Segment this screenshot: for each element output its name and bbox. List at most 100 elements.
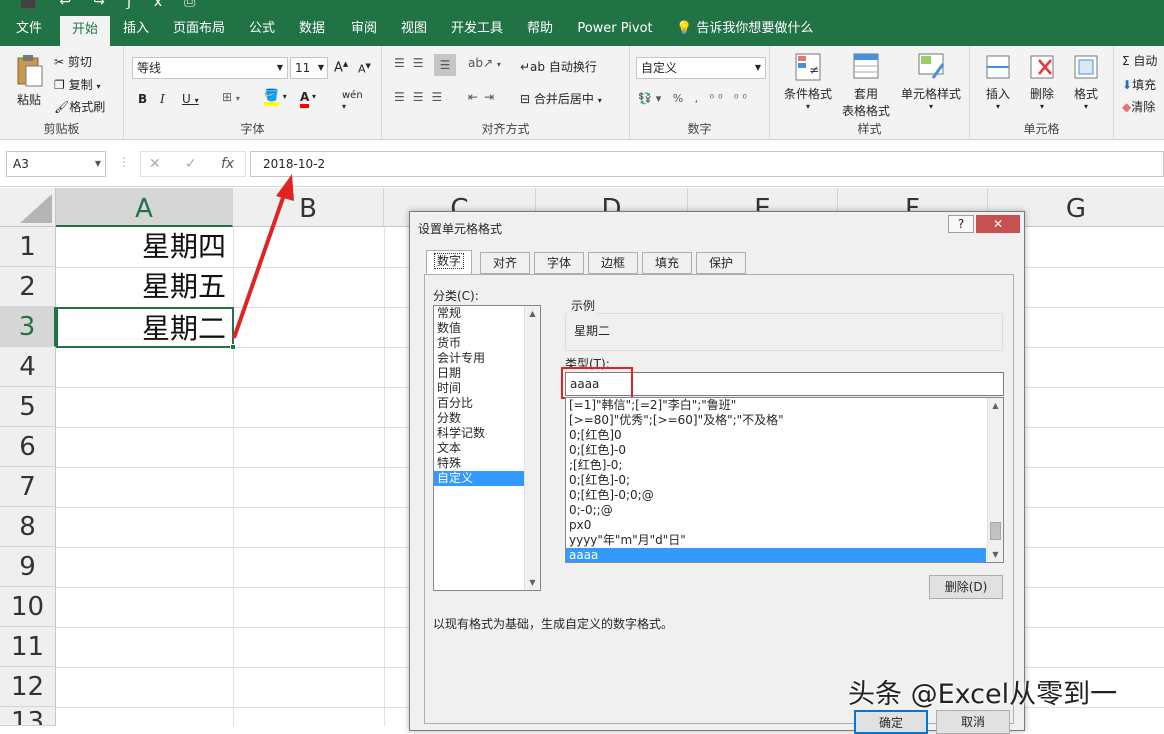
underline-button[interactable]: U ▾ <box>182 92 199 106</box>
italic-button[interactable]: I <box>160 92 165 106</box>
bold-button[interactable]: B <box>138 92 147 106</box>
formula-input[interactable]: 2018-10-2 <box>250 151 1164 177</box>
type-list-item[interactable]: 0;[红色]-0; <box>566 473 1003 488</box>
row-header-12[interactable]: 12 <box>0 667 56 707</box>
type-list-item[interactable]: [=1]"韩信";[=2]"李白";"鲁班" <box>566 398 1003 413</box>
orientation-icon[interactable]: ab↗ ▾ <box>468 56 501 70</box>
tab-file[interactable]: 文件 <box>6 12 52 46</box>
cancel-button[interactable]: 取消 <box>936 710 1010 734</box>
cut-button[interactable]: ✂ 剪切 <box>54 53 92 70</box>
row-header-11[interactable]: 11 <box>0 627 56 667</box>
column-header-a[interactable]: A <box>56 188 233 227</box>
tab-home[interactable]: 开始 <box>60 16 110 46</box>
chevron-down-icon[interactable]: ▾ <box>312 92 316 101</box>
row-header-4[interactable]: 4 <box>0 347 56 387</box>
row-header-1[interactable]: 1 <box>0 227 56 267</box>
scroll-up-icon[interactable]: ▲ <box>988 398 1003 413</box>
row-header-5[interactable]: 5 <box>0 387 56 427</box>
help-button[interactable]: ? <box>948 215 974 233</box>
fill-color-button[interactable]: 🪣 ▾ <box>264 88 287 106</box>
category-list[interactable]: 常规 数值 货币 会计专用 日期 时间 百分比 分数 科学记数 文本 特殊 自定… <box>433 305 541 591</box>
type-list-item[interactable]: [>=80]"优秀";[>=60]"及格";"不及格" <box>566 413 1003 428</box>
tab-insert[interactable]: 插入 <box>114 12 158 46</box>
dialog-tab-protection[interactable]: 保护 <box>696 252 746 274</box>
bottom-align-icon[interactable]: ☰ <box>434 54 456 76</box>
type-list-item[interactable]: px0 <box>566 518 1003 533</box>
type-list[interactable]: [=1]"韩信";[=2]"李白";"鲁班" [>=80]"优秀";[>=60]… <box>565 397 1004 563</box>
type-list-item[interactable]: 0;[红色]-0 <box>566 443 1003 458</box>
conditional-format-button[interactable]: ≠ 条件格式 ▾ <box>780 52 836 111</box>
category-scrollbar[interactable]: ▲ ▼ <box>524 306 540 590</box>
fill-handle[interactable] <box>230 344 236 350</box>
dialog-tab-border[interactable]: 边框 <box>588 252 638 274</box>
row-header-3[interactable]: 3 <box>0 307 56 347</box>
scroll-up-icon[interactable]: ▲ <box>525 306 540 321</box>
font-name-select[interactable]: 等线 ▼ <box>132 57 288 79</box>
cell-a3-selected[interactable]: 星期二 <box>56 307 234 348</box>
grow-font-button[interactable]: A▲ <box>334 60 348 75</box>
scroll-thumb[interactable] <box>990 522 1001 540</box>
phonetic-icon[interactable]: wén ▾ <box>342 90 363 112</box>
insert-function-icon[interactable]: fx <box>221 152 234 176</box>
autosum-button[interactable]: Σ 自动 <box>1122 52 1157 69</box>
delete-format-button[interactable]: 删除(D) <box>929 575 1003 599</box>
delete-cells-button[interactable]: 删除 ▾ <box>1022 52 1062 111</box>
merge-center-button[interactable]: ⊟ 合并后居中 ▾ <box>520 90 602 107</box>
type-list-scrollbar[interactable]: ▲ ▼ <box>987 398 1003 562</box>
row-header-13[interactable]: 13 <box>0 707 56 726</box>
tell-me-box[interactable]: 💡 告诉我你想要做什么 <box>676 12 813 46</box>
cancel-icon[interactable]: ✕ <box>149 152 161 176</box>
wrap-text-button[interactable]: ↵ab 自动换行 <box>520 58 597 75</box>
row-header-8[interactable]: 8 <box>0 507 56 547</box>
font-size-select[interactable]: 11 ▼ <box>290 57 328 79</box>
scroll-down-icon[interactable]: ▼ <box>988 547 1003 562</box>
row-header-9[interactable]: 9 <box>0 547 56 587</box>
format-cells-button[interactable]: 格式 ▾ <box>1066 52 1106 111</box>
tab-page-layout[interactable]: 页面布局 <box>164 12 234 46</box>
clear-button[interactable]: ◆清除 <box>1122 98 1155 115</box>
enter-icon[interactable]: ✓ <box>185 152 197 176</box>
type-list-item[interactable]: yyyy"年"m"月"d"日" <box>566 533 1003 548</box>
cell-a1[interactable]: 星期四 <box>57 227 232 267</box>
format-as-table-button[interactable]: 套用 表格格式 <box>838 52 894 119</box>
copy-button[interactable]: ❐ 复制 ▾ <box>54 76 100 93</box>
shrink-font-button[interactable]: A▼ <box>358 62 371 76</box>
number-format-icons[interactable]: 💱▾ % , ⁰⁰ ⁰⁰ <box>638 92 751 105</box>
number-format-select[interactable]: 自定义 ▼ <box>636 57 766 79</box>
select-all-corner[interactable] <box>0 188 56 227</box>
tab-review[interactable]: 审阅 <box>342 12 386 46</box>
insert-cells-button[interactable]: 插入 ▾ <box>978 52 1018 111</box>
tab-developer[interactable]: 开发工具 <box>444 12 510 46</box>
row-header-6[interactable]: 6 <box>0 427 56 467</box>
tab-formulas[interactable]: 公式 <box>240 12 284 46</box>
dialog-tab-alignment[interactable]: 对齐 <box>480 252 530 274</box>
dialog-tab-fill[interactable]: 填充 <box>642 252 692 274</box>
close-button[interactable]: ✕ <box>976 215 1020 233</box>
scroll-down-icon[interactable]: ▼ <box>525 575 540 590</box>
type-list-item[interactable]: 0;[红色]0 <box>566 428 1003 443</box>
paste-button[interactable]: 粘贴 <box>12 52 46 108</box>
row-header-2[interactable]: 2 <box>0 267 56 307</box>
horizontal-align-icons[interactable]: ☰☰☰ <box>394 90 450 104</box>
fill-button[interactable]: ⬇填充 <box>1122 76 1156 93</box>
column-header-b[interactable]: B <box>233 188 384 227</box>
type-list-item[interactable]: 0;-0;;@ <box>566 503 1003 518</box>
tab-view[interactable]: 视图 <box>392 12 436 46</box>
row-header-7[interactable]: 7 <box>0 467 56 507</box>
dialog-tab-number[interactable]: 数字 <box>426 250 472 275</box>
dialog-tab-font[interactable]: 字体 <box>534 252 584 274</box>
border-icon[interactable]: ⊞ ▾ <box>222 90 240 104</box>
quick-access-icons[interactable]: ⬛↩↪ƒx⎙ <box>20 0 217 10</box>
tab-data[interactable]: 数据 <box>290 12 334 46</box>
type-list-item[interactable]: 0;[红色]-0;0;@ <box>566 488 1003 503</box>
ok-button[interactable]: 确定 <box>854 710 928 734</box>
format-painter-button[interactable]: 🖌格式刷 <box>54 98 105 115</box>
cell-styles-button[interactable]: 单元格样式 ▾ <box>898 52 964 111</box>
row-header-10[interactable]: 10 <box>0 587 56 627</box>
vertical-align-icons[interactable]: ☰☰ <box>394 56 432 70</box>
tab-power-pivot[interactable]: Power Pivot <box>572 12 658 46</box>
tab-help[interactable]: 帮助 <box>518 12 562 46</box>
name-box[interactable]: A3 ▼ <box>6 151 106 177</box>
category-item-selected[interactable]: 自定义 <box>434 471 524 486</box>
font-color-button[interactable]: A <box>300 90 310 108</box>
